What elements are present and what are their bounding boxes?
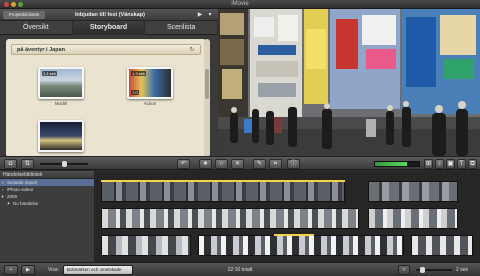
window-title: iMovie bbox=[231, 1, 249, 7]
project-library-button[interactable]: Projektbibliotek bbox=[3, 11, 45, 19]
storyboard-clip-night[interactable] bbox=[38, 120, 84, 152]
photos-icon[interactable]: ▣ bbox=[446, 159, 455, 169]
storyboard-area: på äventyr i Japan ↻ 1,1 sek Model 1,3 s… bbox=[6, 39, 206, 157]
project-header: Projektbibliotek Inbjudan till fest (Vän… bbox=[0, 9, 218, 21]
main-toolbar: ◘ ⇅ ↶ ★ ☆ ✕ ✎ ⌗ ⓘ ⊞ ♪ ▣ T ⧉ bbox=[0, 156, 480, 170]
project-panel: Projektbibliotek Inbjudan till fest (Vän… bbox=[0, 9, 219, 157]
clip-badge: 7.0 bbox=[131, 90, 139, 95]
add-event-icon[interactable]: + bbox=[4, 265, 18, 275]
photo-icon: ▫ bbox=[1, 187, 4, 192]
event-item-label: Nu händelse bbox=[13, 201, 39, 206]
waveform-icon[interactable]: ≈ bbox=[398, 265, 410, 275]
crop-icon[interactable]: ⌗ bbox=[269, 159, 282, 169]
event-filmstrip[interactable] bbox=[101, 181, 345, 202]
show-label: Visa: bbox=[48, 267, 60, 273]
keyword-pen-icon[interactable]: ✎ bbox=[253, 159, 266, 169]
event-filmstrip[interactable] bbox=[101, 208, 359, 229]
storyboard-clip-action[interactable]: 1,3 sek 7.0 Action bbox=[127, 67, 173, 106]
video-viewer[interactable] bbox=[218, 9, 480, 156]
event-item-label: Senaste import bbox=[7, 180, 38, 185]
event-filmstrip[interactable] bbox=[368, 181, 458, 202]
clip-caption: Action bbox=[143, 101, 157, 106]
event-item-recent-import[interactable]: ▪ Senaste import bbox=[0, 179, 94, 186]
total-duration: 22:16 totalt bbox=[227, 267, 253, 273]
favorite-marker bbox=[101, 180, 345, 182]
transitions-icon[interactable]: ⧉ bbox=[468, 159, 477, 169]
titles-icon[interactable]: T bbox=[457, 159, 466, 169]
window-titlebar: iMovie bbox=[0, 0, 480, 9]
viewer-frame-image bbox=[218, 9, 480, 156]
star-icon: ✦ bbox=[6, 201, 11, 206]
event-item-new-event[interactable]: ✦ Nu händelse bbox=[0, 200, 94, 207]
refresh-icon[interactable]: ↻ bbox=[188, 46, 196, 54]
undo-icon[interactable]: ↶ bbox=[177, 159, 190, 169]
tab-storyboard[interactable]: Storyboard bbox=[72, 21, 146, 35]
reject-icon[interactable]: ✕ bbox=[231, 159, 244, 169]
thumbnail-size-knob[interactable] bbox=[62, 161, 67, 167]
event-item-iphoto-videos[interactable]: ▫ iPhoto-videor bbox=[0, 186, 94, 193]
tab-scene-list[interactable]: Scenlista bbox=[145, 21, 219, 35]
swap-events-projects-icon[interactable]: ⇅ bbox=[21, 159, 34, 169]
clip-thumbnail[interactable]: 1,1 sek bbox=[38, 67, 84, 99]
favorite-marker bbox=[274, 234, 314, 236]
chapter-title: på äventyr i Japan bbox=[17, 47, 65, 53]
project-tabs: Översikt Storyboard Scenlista bbox=[0, 21, 219, 35]
event-filmstrip[interactable] bbox=[368, 208, 458, 229]
event-library: Händelsebibliotek ▪ Senaste import ▫ iPhot… bbox=[0, 171, 95, 262]
folder-icon: ▾ bbox=[1, 194, 4, 199]
zoom-slider-knob[interactable] bbox=[420, 267, 425, 273]
project-name: Inbjudan till fest (Vänskap) bbox=[75, 12, 145, 18]
storyboard-clip-model[interactable]: 1,1 sek Model bbox=[38, 67, 84, 106]
event-filmstrip[interactable] bbox=[198, 235, 404, 256]
clip-thumbnail[interactable]: 1,3 sek 7.0 bbox=[127, 67, 173, 99]
clip-caption: Model bbox=[54, 101, 68, 106]
bottom-bar: + ▶ Visa: Bokmärken och ometskade 22:16 … bbox=[0, 262, 480, 276]
audio-level-meter bbox=[374, 161, 420, 167]
zoom-label: 2 sek bbox=[456, 267, 468, 273]
event-item-label: iPhoto-videor bbox=[7, 187, 34, 192]
event-library-header: Händelsebibliotek bbox=[0, 171, 94, 179]
unmark-star-icon[interactable]: ☆ bbox=[215, 159, 228, 169]
music-icon[interactable]: ♪ bbox=[435, 159, 444, 169]
storyboard-scroll-thumb[interactable] bbox=[205, 69, 209, 99]
audio-level-fill bbox=[375, 162, 407, 166]
play-project-icon[interactable]: ▶ bbox=[196, 11, 204, 19]
chapter-header[interactable]: på äventyr i Japan ↻ bbox=[11, 44, 201, 55]
event-filmstrip[interactable] bbox=[411, 235, 473, 256]
film-icon: ▪ bbox=[1, 180, 4, 185]
show-filter-select[interactable]: Bokmärken och ometskade bbox=[63, 265, 133, 275]
tab-overview[interactable]: Översikt bbox=[0, 21, 73, 35]
event-filmstrip[interactable] bbox=[101, 235, 191, 256]
clip-duration: 1,1 sek bbox=[42, 71, 57, 76]
clip-thumbnail[interactable] bbox=[38, 120, 84, 152]
maps-icon[interactable]: ⊞ bbox=[424, 159, 433, 169]
project-menu-icon[interactable]: ▾ bbox=[206, 11, 214, 19]
event-browser[interactable] bbox=[96, 171, 480, 262]
event-item-2009[interactable]: ▾ 2009 bbox=[0, 193, 94, 200]
clip-duration: 1,3 sek bbox=[131, 71, 146, 76]
favorite-star-icon[interactable]: ★ bbox=[199, 159, 212, 169]
play-event-icon[interactable]: ▶ bbox=[21, 265, 35, 275]
info-icon[interactable]: ⓘ bbox=[287, 159, 300, 169]
camera-import-icon[interactable]: ◘ bbox=[4, 159, 17, 169]
event-item-label: 2009 bbox=[7, 194, 18, 199]
